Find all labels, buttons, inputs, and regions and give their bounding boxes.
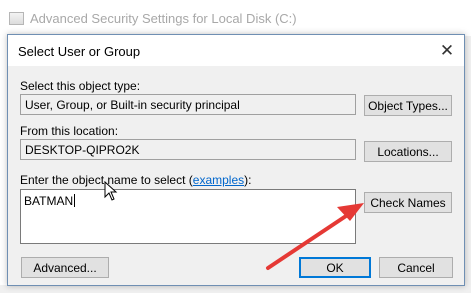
examples-link[interactable]: examples (193, 173, 244, 187)
background-titlebar: Advanced Security Settings for Local Dis… (0, 0, 471, 36)
check-names-button[interactable]: Check Names (364, 192, 452, 213)
locations-button[interactable]: Locations... (364, 141, 452, 162)
close-icon[interactable]: ✕ (430, 35, 464, 66)
background-window-title: Advanced Security Settings for Local Dis… (30, 11, 297, 26)
object-type-label: Select this object type: (20, 79, 141, 93)
location-field: DESKTOP-QIPRO2K (20, 139, 356, 160)
dialog-titlebar: Select User or Group ✕ (8, 35, 464, 66)
text-caret (74, 194, 76, 207)
dialog-title: Select User or Group (18, 44, 141, 59)
background-bottom-edge (0, 285, 471, 293)
object-name-value: BATMAN (24, 194, 74, 208)
object-type-field: User, Group, or Built-in security princi… (20, 94, 356, 115)
location-label: From this location: (20, 124, 119, 138)
ok-button[interactable]: OK (299, 257, 371, 278)
drive-icon (9, 12, 24, 25)
object-name-input[interactable]: BATMAN (20, 189, 356, 244)
mouse-pointer-icon (104, 181, 118, 201)
object-name-label-suffix: ): (244, 173, 252, 187)
cancel-button[interactable]: Cancel (379, 257, 453, 278)
advanced-button[interactable]: Advanced... (21, 257, 109, 278)
select-user-or-group-dialog: Select User or Group ✕ Select this objec… (7, 34, 465, 286)
object-name-label: Enter the object name to select (example… (20, 173, 251, 187)
background-divider (464, 150, 471, 160)
object-types-button[interactable]: Object Types... (364, 95, 452, 116)
